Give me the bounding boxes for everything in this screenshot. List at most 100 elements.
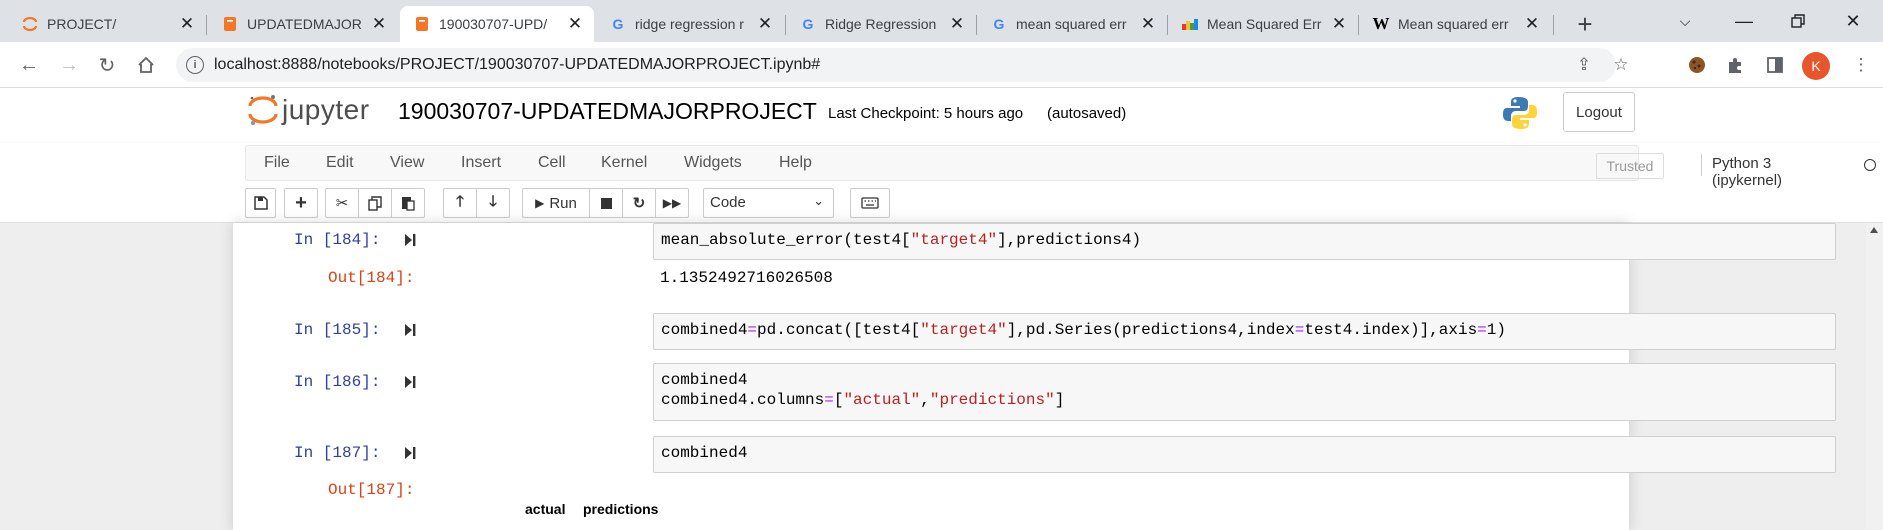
browser-tab-mse-article[interactable]: Mean Squared Err ✕ — [1168, 6, 1358, 42]
cell-186-in-prompt: In [186]: — [294, 373, 381, 391]
logout-button[interactable]: Logout — [1563, 92, 1635, 132]
copy-cells-button[interactable] — [358, 188, 392, 218]
last-checkpoint: Last Checkpoint: 5 hours ago — [828, 105, 1024, 122]
tab-title: 190030707-UPD/ — [439, 16, 548, 32]
cell-184-input[interactable]: mean_absolute_error(test4["target4"],pre… — [653, 223, 1836, 260]
restart-kernel-button[interactable]: ↻ — [622, 188, 656, 218]
menu-cell[interactable]: Cell — [538, 154, 566, 172]
site-info-icon[interactable]: i — [186, 56, 204, 74]
menu-widgets[interactable]: Widgets — [684, 154, 742, 172]
restore-icon[interactable] — [1775, 4, 1821, 38]
tab-search-chevron-icon[interactable]: ⌵ — [1662, 4, 1708, 38]
profile-avatar[interactable]: K — [1802, 52, 1830, 80]
menu-kernel[interactable]: Kernel — [601, 154, 647, 172]
run-cell-icon[interactable] — [404, 446, 416, 460]
tab-title: Mean Squared Err — [1207, 16, 1322, 32]
close-tab-icon[interactable]: ✕ — [178, 14, 196, 33]
interrupt-kernel-button[interactable] — [589, 188, 623, 218]
run-button[interactable]: ▶ Run — [522, 188, 590, 218]
menu-file[interactable]: File — [264, 154, 290, 172]
browser-tab-ridge-regression-search[interactable]: G ridge regression r ✕ — [596, 6, 784, 42]
jupyter-icon — [22, 16, 38, 32]
paste-cells-button[interactable] — [391, 188, 425, 218]
cell-184-code: mean_absolute_error(test4["target4"],pre… — [661, 231, 1142, 249]
browser-tab-updatedmajor[interactable]: UPDATEDMAJOR ✕ — [208, 6, 398, 42]
browser-tab-current-notebook[interactable]: 190030707-UPD/ ✕ — [400, 6, 594, 42]
jupyter-header: jupyter 190030707-UPDATEDMAJORPROJECT La… — [0, 88, 1883, 143]
cell-186-input[interactable]: combined4 combined4.columns=["actual","p… — [653, 363, 1836, 421]
browser-tab-mse-search[interactable]: G mean squared err ✕ — [977, 6, 1167, 42]
cell-186-code: combined4 combined4.columns=["actual","p… — [661, 371, 1065, 409]
cell-187-input[interactable]: combined4 — [653, 436, 1836, 473]
close-tab-icon[interactable]: ✕ — [948, 14, 966, 33]
stop-icon — [600, 197, 612, 209]
browser-toolbar: ← → ↻ i localhost:8888/notebooks/PROJECT… — [0, 42, 1883, 88]
cell-185-input[interactable]: combined4=pd.concat([test4["target4"],pd… — [653, 313, 1836, 350]
close-tab-icon[interactable]: ✕ — [756, 14, 774, 33]
trusted-indicator[interactable]: Trusted — [1596, 153, 1664, 179]
move-down-button[interactable]: 🡓 — [476, 188, 510, 218]
cookie-extension-icon[interactable] — [1685, 53, 1709, 77]
tab-divider — [1553, 15, 1554, 35]
page-scrollbar[interactable] — [1866, 223, 1883, 530]
reload-icon[interactable]: ↻ — [91, 49, 123, 81]
more-menu-icon[interactable]: ⋮ — [1849, 53, 1873, 77]
home-icon[interactable] — [130, 49, 162, 81]
cell-type-value: Code — [710, 194, 746, 211]
browser-tab-mse-wikipedia[interactable]: W Mean squared err ✕ — [1359, 6, 1551, 42]
restart-run-all-button[interactable]: ▶▶ — [655, 188, 689, 218]
close-window-icon[interactable]: ✕ — [1830, 4, 1876, 38]
jupyter-logo-icon — [248, 93, 278, 127]
notebook-name[interactable]: 190030707-UPDATEDMAJORPROJECT — [398, 98, 817, 125]
run-cell-icon[interactable] — [404, 233, 416, 247]
extensions-puzzle-icon[interactable] — [1723, 53, 1747, 77]
run-cell-icon[interactable] — [404, 375, 416, 389]
cell-type-select[interactable]: Code ⌄ — [703, 188, 834, 218]
url-text: localhost:8888/notebooks/PROJECT/1900307… — [214, 56, 821, 73]
cell-187-in-prompt: In [187]: — [294, 444, 381, 462]
cut-cells-button[interactable]: ✂ — [325, 188, 359, 218]
save-icon — [253, 196, 268, 210]
fast-forward-icon: ▶▶ — [662, 196, 682, 210]
close-tab-icon[interactable]: ✕ — [1330, 14, 1348, 33]
save-button[interactable] — [245, 188, 276, 218]
address-bar[interactable]: i localhost:8888/notebooks/PROJECT/19003… — [176, 48, 1629, 82]
kernel-idle-indicator-icon — [1864, 159, 1876, 171]
menu-insert[interactable]: Insert — [461, 154, 501, 172]
jupyter-logo[interactable]: jupyter — [248, 93, 370, 127]
cell-184-in-prompt: In [184]: — [294, 231, 381, 249]
share-icon[interactable]: ⇪ — [1573, 54, 1595, 76]
kernel-name[interactable]: Python 3 (ipykernel) — [1712, 155, 1782, 189]
close-tab-icon[interactable]: ✕ — [1139, 14, 1157, 33]
minimize-icon[interactable]: — — [1721, 4, 1767, 38]
restart-icon: ↻ — [632, 195, 646, 212]
keyboard-icon — [861, 197, 879, 209]
insert-cell-button[interactable]: + — [284, 188, 318, 218]
menu-help[interactable]: Help — [779, 154, 812, 172]
close-tab-icon[interactable]: ✕ — [566, 14, 584, 33]
menu-view[interactable]: View — [390, 154, 424, 172]
google-icon: G — [993, 16, 1005, 32]
side-panel-icon[interactable] — [1763, 53, 1787, 77]
close-tab-icon[interactable]: ✕ — [1523, 14, 1541, 33]
browser-tab-project[interactable]: PROJECT/ ✕ — [8, 6, 206, 42]
wikipedia-icon: W — [1372, 14, 1390, 33]
move-up-button[interactable]: 🡑 — [443, 188, 477, 218]
arrow-up-icon: 🡑 — [456, 192, 464, 210]
tab-title: UPDATEDMAJOR — [247, 16, 362, 32]
browser-tab-ridge-regression[interactable]: G Ridge Regression ✕ — [786, 6, 976, 42]
menu-edit[interactable]: Edit — [326, 154, 354, 172]
arrow-down-icon: 🡓 — [489, 192, 497, 210]
close-tab-icon[interactable]: ✕ — [370, 14, 388, 33]
forward-arrow-icon[interactable]: → — [53, 49, 85, 81]
table-header-predictions: predictions — [583, 501, 659, 517]
scroll-up-arrow-icon[interactable] — [1870, 227, 1878, 233]
new-tab-button[interactable]: + — [1568, 7, 1602, 41]
bookmark-star-icon[interactable]: ☆ — [1610, 54, 1632, 76]
browser-tab-strip: PROJECT/ ✕ UPDATEDMAJOR ✕ 190030707-UPD/… — [0, 0, 1883, 42]
table-header-actual: actual — [525, 501, 566, 517]
run-cell-icon[interactable] — [404, 323, 416, 337]
command-palette-button[interactable] — [850, 188, 890, 218]
back-arrow-icon[interactable]: ← — [13, 49, 45, 81]
jupyter-notebook-icon — [222, 16, 238, 32]
